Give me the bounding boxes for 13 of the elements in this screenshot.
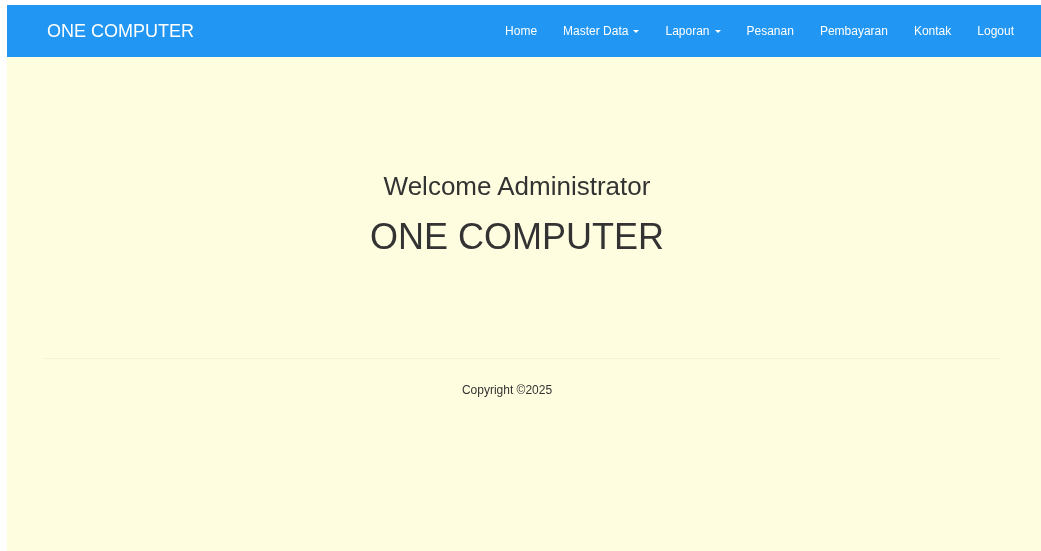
nav-dropdown[interactable]: Master Data (550, 24, 653, 38)
site-title: ONE COMPUTER (370, 216, 664, 258)
nav-link[interactable]: Logout (964, 24, 1027, 38)
welcome-text: Welcome Administrator (383, 171, 651, 202)
nav-link[interactable]: Pesanan (733, 24, 807, 38)
nav-link[interactable]: Kontak (900, 24, 965, 38)
copyright-text: Copyright ©2025 (461, 383, 553, 397)
brand-link[interactable]: ONE COMPUTER (47, 20, 194, 42)
caret-icon (633, 29, 640, 33)
caret-icon (714, 29, 721, 33)
nav-link[interactable]: Pembayaran (806, 24, 901, 38)
nav-dropdown[interactable]: Laporan (652, 24, 734, 38)
nav-link[interactable]: Home (492, 24, 551, 38)
